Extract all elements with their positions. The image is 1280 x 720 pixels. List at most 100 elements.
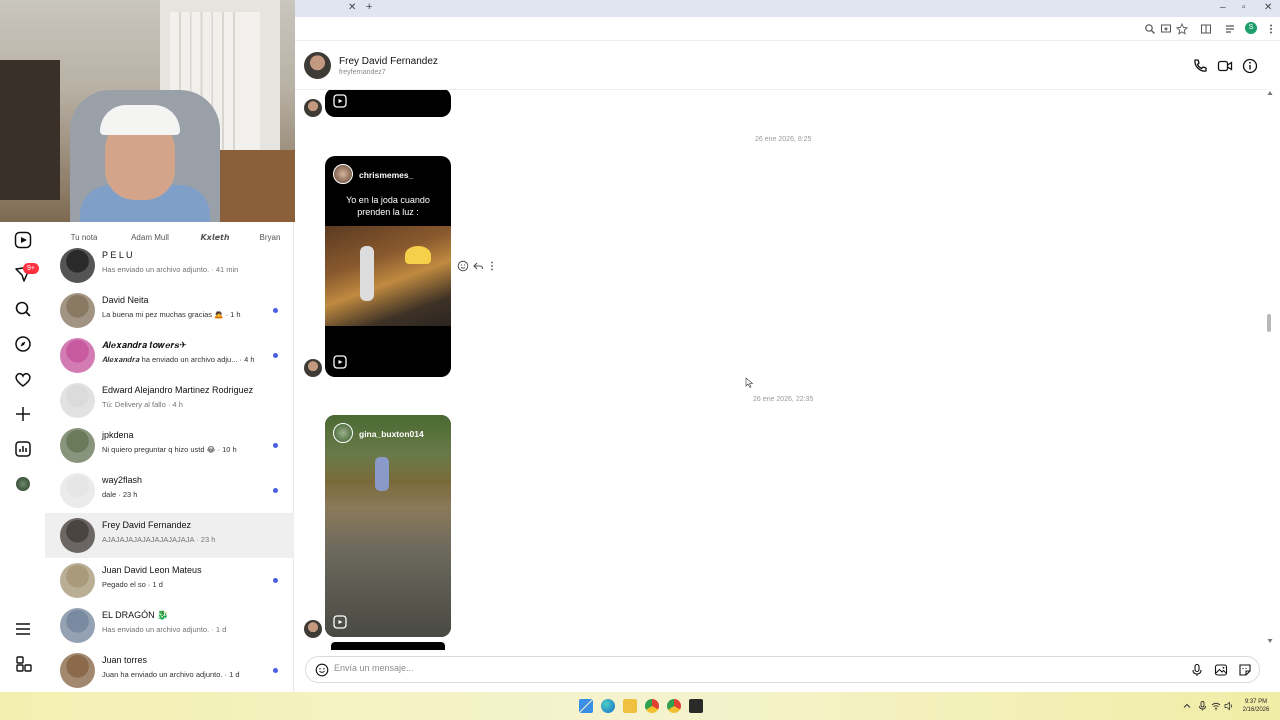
windows-taskbar	[0, 692, 1280, 720]
profile-avatar-nav[interactable]	[16, 477, 30, 491]
react-emoji-icon[interactable]	[457, 260, 469, 272]
chat-scrollbar[interactable]	[1267, 90, 1273, 650]
message-input[interactable]	[334, 663, 1134, 673]
conversation-name: Edward Alejandro Martinez Rodriguez	[102, 385, 254, 395]
conversation-item[interactable]: Juan David Leon Mateus Pegado el so · 1 d	[45, 558, 294, 603]
reel-thumbnail	[325, 226, 451, 326]
sticker-icon[interactable]	[1238, 663, 1252, 677]
install-app-icon[interactable]	[1160, 23, 1172, 35]
explore-compass-icon[interactable]	[12, 333, 34, 355]
conversation-preview: Has enviado un archivo adjunto. · 41 min	[102, 265, 239, 274]
conversation-info-icon[interactable]	[1242, 58, 1258, 74]
message-timestamp: 26 ene 2026, 22:35	[753, 396, 814, 403]
tray-volume-icon[interactable]	[1224, 701, 1234, 711]
shared-reel-partial[interactable]	[331, 642, 445, 650]
conversation-avatar	[60, 338, 95, 373]
reel-person	[375, 457, 389, 491]
conversation-item[interactable]: jpkdena Ni quiero preguntar q hizo ustd 😂…	[45, 423, 294, 468]
create-plus-icon[interactable]	[12, 403, 34, 425]
conversation-avatar	[60, 383, 95, 418]
conversation-preview: La buena mi pez muchas gracias 🙇 · 1 h	[102, 310, 241, 319]
conversation-preview: Juan ha enviado un archivo adjunto. · 1 …	[102, 670, 240, 679]
more-options-icon[interactable]	[487, 260, 497, 272]
shared-reel-partial[interactable]	[325, 90, 451, 117]
window-close-button[interactable]: ✕	[1264, 2, 1272, 13]
conversation-avatar	[60, 563, 95, 598]
conversation-preview: Has enviado un archivo adjunto. · 1 d	[102, 625, 227, 634]
conversation-name: P E L U	[102, 250, 133, 260]
reel-author-name[interactable]: gina_buxton014	[359, 429, 424, 439]
window-maximize-button[interactable]: ▫	[1242, 2, 1246, 13]
notification-badge: 9+	[23, 263, 39, 274]
chat-contact-name[interactable]: Frey David Fernandez	[339, 56, 438, 67]
reel-author-avatar	[333, 164, 353, 184]
edge-browser-icon[interactable]	[601, 699, 615, 713]
phone-call-icon[interactable]	[1192, 58, 1208, 74]
chat-avatar[interactable]	[304, 52, 331, 79]
note-label[interactable]: Tu nota	[54, 233, 114, 242]
tray-overflow-icon[interactable]	[1183, 702, 1191, 710]
bookmark-star-icon[interactable]	[1176, 23, 1188, 35]
microphone-icon[interactable]	[1190, 663, 1204, 677]
tray-wifi-icon[interactable]	[1211, 701, 1221, 711]
chat-header: Frey David Fernandez freyfernandez7	[295, 42, 1267, 90]
profile-avatar[interactable]: S	[1245, 22, 1257, 34]
chrome-icon[interactable]	[645, 699, 659, 713]
conversation-name: Juan torres	[102, 655, 148, 665]
dashboard-icon[interactable]	[12, 438, 34, 460]
also-from-meta-icon[interactable]	[12, 653, 34, 675]
file-explorer-icon[interactable]	[623, 699, 637, 713]
conversation-name: jpkdena	[102, 430, 134, 440]
conversation-item[interactable]: Juan torres Juan ha enviado un archivo ad…	[45, 648, 294, 693]
shared-reel[interactable]: gina_buxton014	[325, 415, 451, 637]
emoji-icon[interactable]	[315, 663, 329, 677]
tray-microphone-icon[interactable]	[1198, 701, 1207, 711]
extensions-icon[interactable]	[1224, 23, 1236, 35]
chrome-profile-icon[interactable]	[667, 699, 681, 713]
conversation-avatar	[60, 608, 95, 643]
reel-author-name[interactable]: chrismemes_	[359, 170, 413, 180]
search-icon[interactable]	[12, 298, 34, 320]
taskbar-clock-date[interactable]: 2/16/2026	[1236, 707, 1276, 713]
obs-studio-icon[interactable]	[689, 699, 703, 713]
video-call-icon[interactable]	[1217, 58, 1233, 74]
image-upload-icon[interactable]	[1214, 663, 1228, 677]
webcam-overlay	[0, 0, 295, 222]
split-view-icon[interactable]	[1200, 23, 1212, 35]
conversation-item[interactable]: P E L U Has enviado un archivo adjunto. ·…	[45, 243, 294, 288]
reels-icon[interactable]	[12, 229, 34, 251]
notifications-heart-icon[interactable]	[12, 368, 34, 390]
conversation-item[interactable]: way2flash dale · 23 h	[45, 468, 294, 513]
chat-contact-username: freyfernandez7	[339, 69, 386, 76]
message-timestamp: 26 ene 2026, 8:25	[755, 136, 812, 143]
conversation-avatar	[60, 518, 95, 553]
reel-thumbnail	[325, 415, 451, 637]
sender-avatar	[304, 99, 322, 117]
unread-indicator	[273, 353, 278, 358]
conversation-item[interactable]: David Neita La buena mi pez muchas gracia…	[45, 288, 294, 333]
conversation-preview: Ni quiero preguntar q hizo ustd 😂 · 10 h	[102, 445, 237, 454]
conversation-item[interactable]: Edward Alejandro Martinez Rodriguez Tú: D…	[45, 378, 294, 423]
note-label[interactable]: Adam Mull	[120, 233, 180, 242]
note-label[interactable]: Bryan	[250, 233, 290, 242]
start-button-icon[interactable]	[579, 699, 593, 713]
tab-close-button[interactable]: ✕	[348, 2, 356, 13]
reply-icon[interactable]	[472, 260, 484, 272]
taskbar-clock-time[interactable]: 9:37 PM	[1236, 699, 1276, 705]
note-label[interactable]: 𝙆𝙭𝙡𝙚𝙩𝙝	[185, 233, 245, 242]
reel-author-avatar	[333, 423, 353, 443]
window-minimize-button[interactable]: –	[1220, 2, 1226, 13]
conversation-item[interactable]: EL DRAGÓN 🐉 Has enviado un archivo adjunt…	[45, 603, 294, 648]
conversation-item[interactable]: Frey David Fernandez AJAJAJAJAJAJAJAJAJAJ…	[45, 513, 294, 558]
zoom-icon[interactable]	[1144, 23, 1156, 35]
conversation-name: 𝑨𝒍𝒆𝒙𝒂𝒏𝒅𝒓𝒂 𝒕𝒐𝒘𝒆𝒓𝒔✈	[102, 340, 187, 350]
scrollbar-thumb[interactable]	[1267, 314, 1271, 332]
scroll-down-icon[interactable]	[1267, 638, 1273, 644]
scroll-up-icon[interactable]	[1267, 90, 1273, 96]
reel-icon	[333, 94, 347, 108]
new-tab-button[interactable]: +	[366, 1, 372, 13]
menu-hamburger-icon[interactable]	[12, 618, 34, 640]
conversation-item[interactable]: 𝑨𝒍𝒆𝒙𝒂𝒏𝒅𝒓𝒂 𝒕𝒐𝒘𝒆𝒓𝒔✈ 𝑨𝒍𝒆𝒙𝒂𝒏𝒅𝒓𝒂 ha enviado un…	[45, 333, 294, 378]
more-menu-icon[interactable]	[1265, 23, 1277, 35]
shared-reel[interactable]: chrismemes_ Yo en la joda cuando prenden…	[325, 156, 451, 377]
